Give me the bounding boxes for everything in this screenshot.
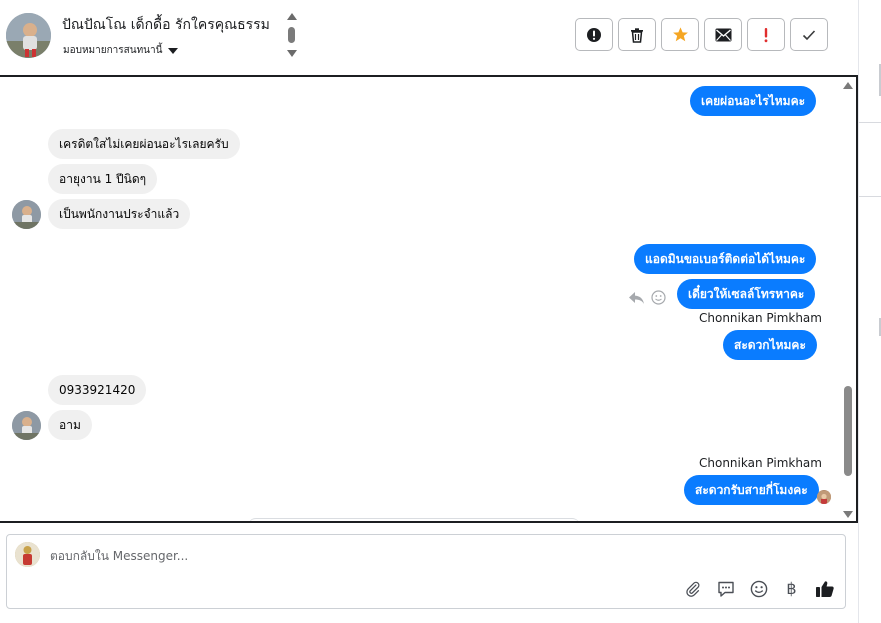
exclamation-icon xyxy=(764,27,768,42)
message-incoming[interactable]: เครดิตใสไม่เคยผ่อนอะไรเลยครับ xyxy=(48,129,240,159)
scroll-up-arrow-icon[interactable] xyxy=(287,13,297,20)
checkmark-icon xyxy=(802,29,816,40)
header-scrollbar[interactable] xyxy=(286,12,298,60)
scroll-down-arrow-icon[interactable] xyxy=(843,511,853,518)
scroll-up-arrow-icon[interactable] xyxy=(843,82,853,89)
react-smiley-icon[interactable] xyxy=(651,290,666,309)
message-outgoing[interactable]: เคยผ่อนอะไรไหมคะ xyxy=(690,86,817,116)
mark-spam-button[interactable] xyxy=(575,18,613,51)
alert-circle-icon xyxy=(587,27,601,42)
reply-input[interactable] xyxy=(50,546,650,566)
message-incoming[interactable]: เป็นพนักงานประจำแล้ว xyxy=(48,199,191,229)
header-actions xyxy=(575,18,828,51)
scroll-thumb[interactable] xyxy=(288,27,295,43)
message-outgoing[interactable]: สะดวกไหมคะ xyxy=(723,330,817,360)
contact-avatar-small[interactable] xyxy=(12,411,41,440)
follow-up-button[interactable] xyxy=(747,18,785,51)
composer-tools: ฿ xyxy=(682,578,835,599)
chat-bubble-icon[interactable] xyxy=(715,578,736,599)
baht-icon[interactable]: ฿ xyxy=(781,578,802,599)
assign-label: มอบหมายการสนทนานี้ xyxy=(63,45,163,56)
star-icon xyxy=(672,27,688,42)
mark-unread-button[interactable] xyxy=(704,18,742,51)
sender-name: Chonnikan Pimkham xyxy=(699,456,822,470)
trash-icon xyxy=(631,27,643,43)
contact-avatar-small[interactable] xyxy=(12,200,41,229)
thread-divider xyxy=(248,518,580,521)
conversation-header: ปัณปัณโณ เด็กดื้อ รักใครคุณธรรม มอบหมายก… xyxy=(0,0,858,75)
conversation-panel: ปัณปัณโณ เด็กดื้อ รักใครคุณธรรม มอบหมายก… xyxy=(0,0,858,623)
seen-avatar xyxy=(817,490,831,504)
mark-done-button[interactable] xyxy=(790,18,828,51)
caret-down-icon xyxy=(168,48,179,54)
thread-scrollbar[interactable] xyxy=(842,77,854,521)
message-incoming[interactable]: อายุงาน 1 ปีนิดๆ xyxy=(48,164,158,194)
contact-avatar[interactable] xyxy=(6,13,51,58)
smiley-icon[interactable] xyxy=(748,578,769,599)
assign-conversation-dropdown[interactable]: มอบหมายการสนทนานี้ xyxy=(63,43,179,58)
divider xyxy=(859,122,881,123)
paperclip-icon[interactable] xyxy=(682,578,703,599)
message-thread[interactable]: เคยผ่อนอะไรไหมคะ เครดิตใสไม่เคยผ่อนอะไรเ… xyxy=(0,75,858,523)
message-outgoing[interactable]: แอดมินขอเบอร์ติดต่อได้ไหมคะ xyxy=(634,244,817,274)
adjacent-panel-edge xyxy=(858,0,881,623)
message-outgoing[interactable]: สะดวกรับสายกี่โมงคะ xyxy=(684,475,819,505)
reply-icon[interactable] xyxy=(628,290,645,309)
message-outgoing[interactable]: เดี๋ยวให้เซลล์โทรหาคะ xyxy=(677,279,816,309)
reply-composer: ฿ xyxy=(6,534,846,609)
message-incoming[interactable]: อาม xyxy=(48,410,92,440)
delete-button[interactable] xyxy=(618,18,656,51)
thumbs-up-icon[interactable] xyxy=(814,578,835,599)
message-incoming[interactable]: 0933921420 xyxy=(48,375,147,405)
envelope-icon xyxy=(715,28,731,41)
scroll-thumb[interactable] xyxy=(844,386,852,476)
scroll-down-arrow-icon[interactable] xyxy=(287,50,297,57)
sender-name: Chonnikan Pimkham xyxy=(699,311,822,325)
page-avatar xyxy=(15,542,40,567)
divider xyxy=(859,196,881,197)
star-button[interactable] xyxy=(661,18,699,51)
contact-name[interactable]: ปัณปัณโณ เด็กดื้อ รักใครคุณธรรม xyxy=(62,14,270,36)
